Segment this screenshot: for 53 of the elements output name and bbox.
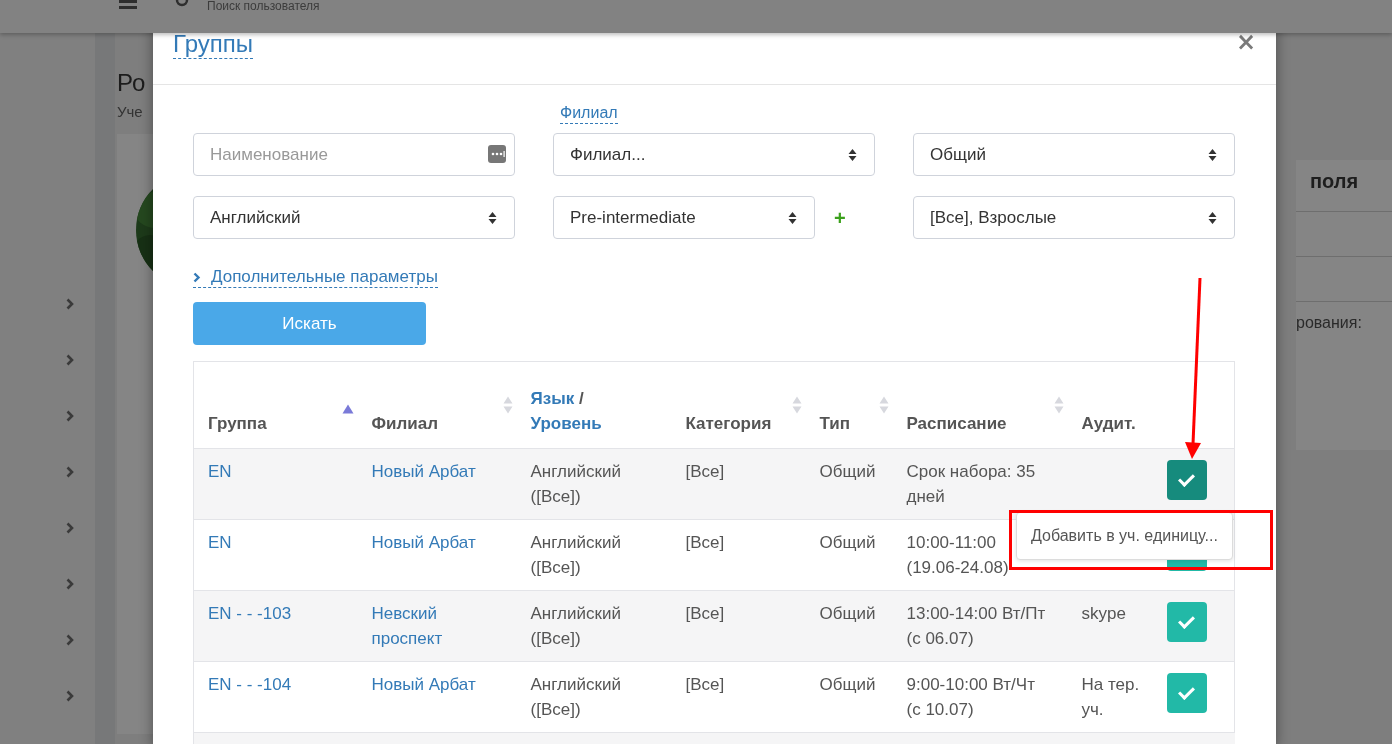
column-header-link[interactable]: Уровень xyxy=(530,414,602,433)
table-cell-text: [Все] xyxy=(685,674,725,696)
name-field[interactable]: Наименование xyxy=(193,133,515,176)
select-field[interactable]: Pre-intermediate xyxy=(553,196,815,239)
column-header: Аудит. xyxy=(1081,414,1136,433)
branch-link[interactable]: Невский проспект xyxy=(371,601,443,651)
search-field[interactable]: Поиск пользователя xyxy=(207,0,320,13)
table-cell-text: Общий xyxy=(819,461,876,483)
add-button[interactable]: + xyxy=(834,207,846,228)
select-field[interactable]: Английский xyxy=(193,196,515,239)
select-field[interactable]: Общий xyxy=(913,133,1235,176)
branch-link[interactable]: Новый Арбат xyxy=(371,459,476,484)
column-header: Тип xyxy=(819,414,850,433)
more-parameters-link[interactable]: Дополнительные параметры xyxy=(193,267,438,288)
close-button[interactable]: × xyxy=(1238,30,1254,54)
select-field[interactable]: Филиал... xyxy=(553,133,875,176)
column-header-link[interactable]: Язык xyxy=(530,389,575,408)
column-header: Филиал xyxy=(371,414,438,433)
table-cell-text: Общий xyxy=(819,532,876,554)
table-cell-text: skype xyxy=(1081,603,1126,625)
column-header: Категория xyxy=(685,414,772,433)
dialog-title: Группы xyxy=(173,29,253,59)
table-cell-text: Английский ([Все]) xyxy=(530,461,621,508)
table-cell-text: [Все] xyxy=(685,532,725,554)
select-field[interactable]: [Все], Взрослые xyxy=(913,196,1235,239)
group-link[interactable]: EN - - -103 xyxy=(208,601,292,626)
search-button[interactable]: Искать xyxy=(193,302,426,345)
group-link[interactable]: EN - - -104 xyxy=(208,672,292,697)
table-cell-text: Общий xyxy=(819,603,876,625)
tooltip: Добавить в уч. единицу... xyxy=(1016,512,1233,560)
table-cell-text: Английский ([Все]) xyxy=(530,532,621,579)
field-label: рования: xyxy=(1296,314,1363,332)
group-link[interactable]: EN xyxy=(208,459,232,484)
branch-link[interactable]: Новый Арбат xyxy=(371,530,476,555)
table-cell-text: 13:00-14:00 Вт/Пт (с 06.07) xyxy=(906,603,1046,650)
table-cell-text: Общий xyxy=(819,674,876,696)
table-cell-text: Срок набора: 35 дней xyxy=(906,461,1036,508)
panel-heading: поля xyxy=(1309,169,1360,193)
branch-link[interactable]: Новый Арбат xyxy=(371,672,476,697)
table-cell-text: [Все] xyxy=(685,461,725,483)
group-link[interactable]: EN xyxy=(208,530,232,555)
table-cell-text: [Все] xyxy=(685,603,725,625)
table-cell-text: 9:00-10:00 Вт/Чт (с 10.07) xyxy=(906,674,1035,721)
filter-label[interactable]: Филиал xyxy=(560,103,618,124)
table-cell-text: На тер. уч. xyxy=(1081,674,1140,721)
table-cell-text: Английский ([Все]) xyxy=(530,603,621,650)
table-cell-text: Английский ([Все]) xyxy=(530,674,621,721)
page-title: Ро xyxy=(117,69,146,97)
column-header: / xyxy=(578,389,584,408)
column-header: Группа xyxy=(208,414,267,433)
page-subtitle: Уче xyxy=(117,103,143,120)
table-cell-text: 10:00-11:00 (19.06-24.08) xyxy=(906,532,1009,579)
column-header: Расписание xyxy=(906,414,1007,433)
